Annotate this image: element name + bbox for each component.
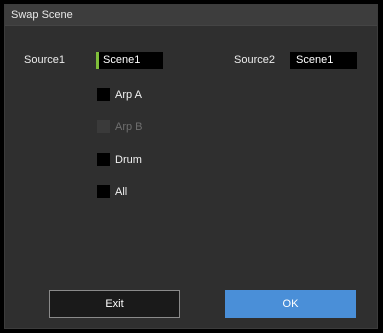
exit-button[interactable]: Exit — [49, 290, 180, 318]
source2-label: Source2 — [234, 54, 275, 66]
source1-label: Source1 — [24, 54, 65, 66]
source1-select[interactable]: Scene1 — [96, 52, 163, 69]
ok-button[interactable]: OK — [225, 290, 356, 318]
swap-scene-dialog: Swap Scene Source1 Scene1 Source2 Scene1… — [4, 4, 378, 329]
drum-checkbox[interactable] — [97, 153, 110, 166]
arp-b-label: Arp B — [115, 120, 143, 133]
drum-label: Drum — [115, 153, 142, 166]
arp-b-checkbox — [97, 120, 110, 133]
all-checkbox-row[interactable]: All — [97, 185, 127, 198]
drum-checkbox-row[interactable]: Drum — [97, 153, 142, 166]
arp-a-checkbox-row[interactable]: Arp A — [97, 88, 142, 101]
arp-a-label: Arp A — [115, 88, 142, 101]
arp-b-checkbox-row: Arp B — [97, 120, 143, 133]
all-label: All — [115, 185, 128, 198]
dialog-titlebar: Swap Scene — [5, 5, 377, 26]
dialog-title: Swap Scene — [11, 9, 73, 21]
source2-select[interactable]: Scene1 — [290, 52, 357, 69]
arp-a-checkbox[interactable] — [97, 88, 110, 101]
all-checkbox[interactable] — [97, 185, 110, 198]
